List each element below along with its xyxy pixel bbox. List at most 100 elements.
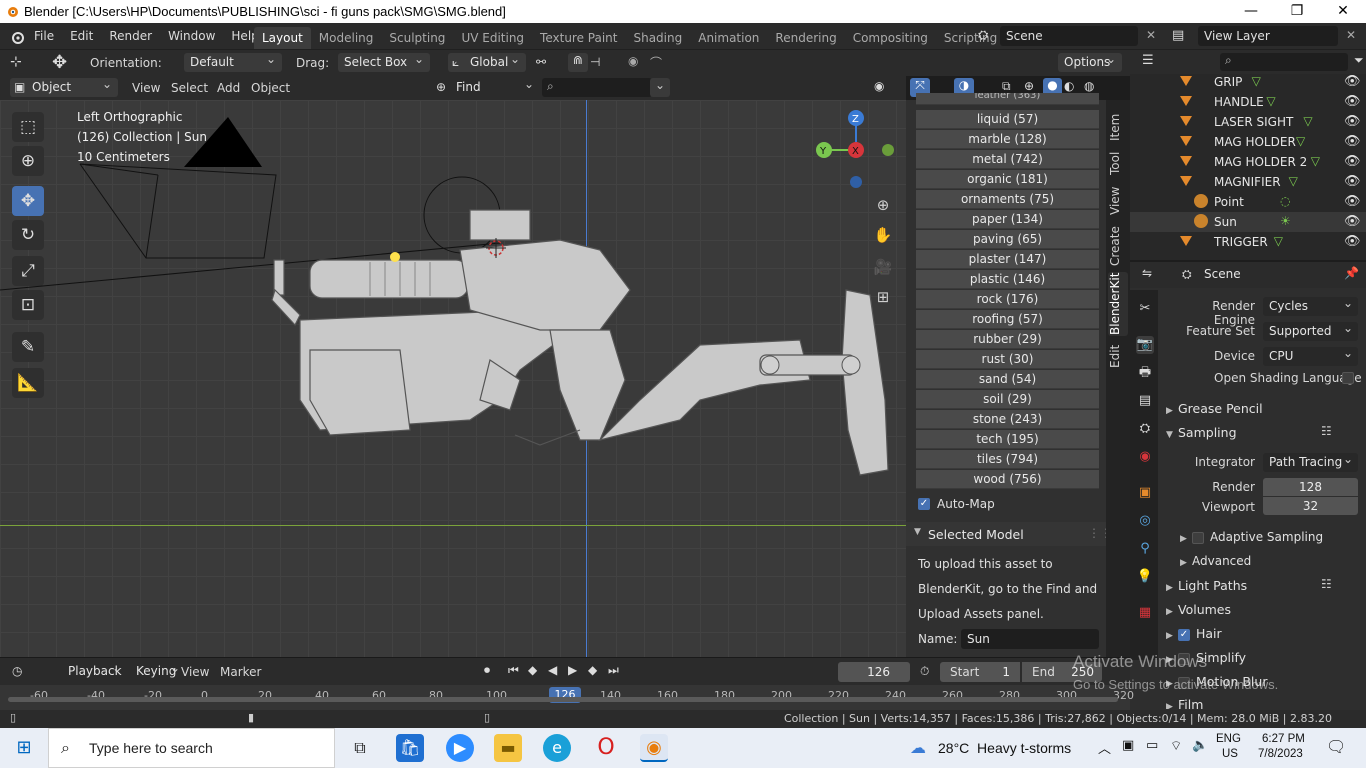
menu-render[interactable]: Render bbox=[101, 23, 160, 50]
material-category-item[interactable]: rock (176) bbox=[916, 290, 1099, 309]
light-paths-panel[interactable]: ▶ Light Paths bbox=[1166, 578, 1247, 593]
3d-viewport[interactable]: ⬚ ⊕ ✥ ↻ ⤢ ⊡ ✎ 📐 Left Orthographic (126) … bbox=[0, 100, 906, 657]
start-frame-field[interactable]: Start 1 bbox=[940, 662, 1020, 682]
render-tab-icon[interactable]: 📷 bbox=[1136, 336, 1154, 354]
visibility-eye-icon[interactable]: 👁 bbox=[1344, 154, 1361, 169]
visibility-eye-icon[interactable]: 👁 bbox=[1344, 194, 1361, 209]
zoom-app-icon[interactable]: ▶ bbox=[446, 734, 474, 762]
render-engine-dropdown[interactable]: Cycles bbox=[1263, 294, 1358, 316]
outliner-row[interactable]: MAG HOLDER ▽ 👁 bbox=[1130, 132, 1366, 152]
menu-edit[interactable]: Edit bbox=[62, 23, 101, 50]
pivot-icon[interactable]: ⚯ bbox=[536, 55, 546, 69]
selected-model-header[interactable]: ▼ Selected Model ⋮⋮ bbox=[906, 522, 1112, 546]
blender-taskbar-icon[interactable]: ◉ bbox=[640, 734, 668, 762]
menu-select[interactable]: Select bbox=[171, 81, 208, 95]
weather-text[interactable]: 28°C Heavy t-storms bbox=[938, 740, 1071, 756]
language-indicator[interactable]: ENG bbox=[1216, 733, 1241, 745]
proportional-edit-icon[interactable]: ◉ bbox=[628, 54, 638, 68]
options-dropdown[interactable]: Options bbox=[1058, 50, 1122, 72]
outliner-row[interactable]: GRIP ▽ 👁 bbox=[1130, 72, 1366, 92]
properties-editor-icon[interactable]: ⇋ bbox=[1142, 266, 1152, 280]
material-category-item[interactable]: liquid (57) bbox=[916, 110, 1099, 129]
material-shading-icon[interactable]: ◐ bbox=[1064, 79, 1074, 93]
menu-object[interactable]: Object bbox=[251, 81, 290, 95]
play-reverse-icon[interactable]: ◀ bbox=[548, 663, 557, 677]
maximize-button[interactable]: ❐ bbox=[1274, 0, 1320, 23]
falloff-icon[interactable]: ⌒ bbox=[650, 54, 662, 71]
scene-tab-icon[interactable]: ⛭ bbox=[1136, 420, 1154, 438]
opera-browser-icon[interactable]: O bbox=[592, 734, 620, 762]
advanced-panel[interactable]: ▶ Advanced bbox=[1180, 554, 1251, 568]
visibility-eye-icon[interactable]: 👁 bbox=[1344, 94, 1361, 109]
volumes-panel[interactable]: ▶ Volumes bbox=[1166, 602, 1231, 617]
view-layer-tab-icon[interactable]: ▤ bbox=[1136, 392, 1154, 410]
record-icon[interactable]: ⏺ bbox=[484, 663, 490, 678]
mesh-data-icon[interactable]: ▽ bbox=[1296, 134, 1305, 148]
jump-end-icon[interactable]: ⏭ bbox=[608, 663, 619, 678]
mesh-data-icon[interactable]: ▽ bbox=[1303, 114, 1312, 128]
view-layer-close-icon[interactable]: ✕ bbox=[1346, 28, 1356, 42]
stopwatch-icon[interactable]: ⏱ bbox=[920, 664, 929, 679]
film-panel[interactable]: ▶ Film bbox=[1166, 697, 1203, 709]
task-view-icon[interactable]: ⧉ bbox=[346, 734, 374, 762]
snap-icon[interactable]: ⋒ bbox=[568, 53, 588, 72]
menu-window[interactable]: Window bbox=[160, 23, 223, 50]
tab-texture-paint[interactable]: Texture Paint bbox=[532, 27, 625, 49]
tab-animation[interactable]: Animation bbox=[690, 27, 767, 49]
outliner-row[interactable]: LASER SIGHT ▽ 👁 bbox=[1130, 112, 1366, 132]
mesh-data-icon[interactable]: ▽ bbox=[1252, 74, 1261, 88]
timeline-scrollbar[interactable] bbox=[8, 697, 1118, 702]
light-data-icon[interactable]: ◌ bbox=[1280, 194, 1290, 208]
rendered-shading-icon[interactable]: ◍ bbox=[1084, 79, 1094, 93]
clock-time[interactable]: 6:27 PM bbox=[1262, 733, 1305, 745]
volume-icon[interactable]: 🔈 bbox=[1192, 738, 1208, 753]
constraints-tab-icon[interactable]: ⚲ bbox=[1136, 540, 1154, 558]
integrator-dropdown[interactable]: Path Tracing bbox=[1263, 450, 1358, 472]
view-layer-icon[interactable]: ▤ bbox=[1172, 28, 1184, 43]
pan-hand-icon[interactable]: ✋ bbox=[872, 224, 894, 246]
visibility-eye-icon[interactable]: 👁 bbox=[1344, 234, 1361, 249]
material-category-item[interactable]: wood (756) bbox=[916, 470, 1099, 489]
material-category-item[interactable]: tech (195) bbox=[916, 430, 1099, 449]
tab-scripting[interactable]: Scripting bbox=[936, 27, 1005, 49]
tab-create[interactable]: Create bbox=[1108, 224, 1128, 268]
tab-tool[interactable]: Tool bbox=[1108, 148, 1128, 178]
region-indicator[interactable]: US bbox=[1222, 748, 1238, 760]
tab-sculpting[interactable]: Sculpting bbox=[381, 27, 453, 49]
material-category-item[interactable]: tiles (794) bbox=[916, 450, 1099, 469]
material-category-item[interactable]: soil (29) bbox=[916, 390, 1099, 409]
adaptive-sampling-panel[interactable]: ▶ Adaptive Sampling bbox=[1180, 530, 1323, 544]
menu-add[interactable]: Add bbox=[217, 81, 240, 95]
tray-chevron-icon[interactable]: ︿ bbox=[1098, 738, 1111, 757]
material-category-item[interactable]: plastic (146) bbox=[916, 270, 1099, 289]
windows-start-icon[interactable]: ⊞ bbox=[10, 734, 38, 762]
file-explorer-icon[interactable]: ▬ bbox=[494, 734, 522, 762]
texture-tab-icon[interactable]: ▦ bbox=[1136, 604, 1154, 622]
tab-item[interactable]: Item bbox=[1108, 110, 1128, 144]
material-category-item[interactable]: plaster (147) bbox=[916, 250, 1099, 269]
visibility-eye-icon[interactable]: 👁 bbox=[1344, 134, 1361, 149]
sampling-panel[interactable]: ▼ Sampling bbox=[1166, 425, 1237, 440]
keying-menu[interactable]: Keying bbox=[130, 659, 186, 681]
timeline-view-menu[interactable]: View bbox=[181, 665, 209, 679]
outliner-row[interactable]: MAG HOLDER 2 ▽ 👁 bbox=[1130, 152, 1366, 172]
pin-icon[interactable]: 📌 bbox=[1344, 266, 1359, 280]
playback-menu[interactable]: Playback bbox=[62, 659, 128, 681]
material-category-item[interactable]: roofing (57) bbox=[916, 310, 1099, 329]
tab-blenderkit[interactable]: BlenderKit bbox=[1108, 272, 1128, 336]
auto-map-row[interactable]: ✓ Auto-Map bbox=[918, 497, 995, 511]
visibility-icon[interactable]: ◉ bbox=[874, 79, 884, 93]
light-data-icon[interactable]: ☀ bbox=[1280, 214, 1291, 228]
mesh-data-icon[interactable]: ▽ bbox=[1274, 234, 1283, 248]
filter-icon[interactable]: ⏷ bbox=[1354, 53, 1364, 68]
physics-tab-icon[interactable]: ◎ bbox=[1136, 512, 1154, 530]
xray-icon[interactable]: ⧉ bbox=[1002, 79, 1011, 94]
battery-icon[interactable]: ▭ bbox=[1146, 738, 1158, 753]
output-tab-icon[interactable]: 🖶 bbox=[1136, 364, 1154, 382]
outliner-row[interactable]: MAGNIFIER ▽ 👁 bbox=[1130, 172, 1366, 192]
material-category-item[interactable]: ornaments (75) bbox=[916, 190, 1099, 209]
material-category-item[interactable]: metal (742) bbox=[916, 150, 1099, 169]
transform-orientation-dropdown[interactable]: Global bbox=[448, 50, 526, 72]
outliner-row[interactable]: TRIGGER ▽ 👁 bbox=[1130, 232, 1366, 252]
clock-date[interactable]: 7/8/2023 bbox=[1258, 748, 1303, 760]
